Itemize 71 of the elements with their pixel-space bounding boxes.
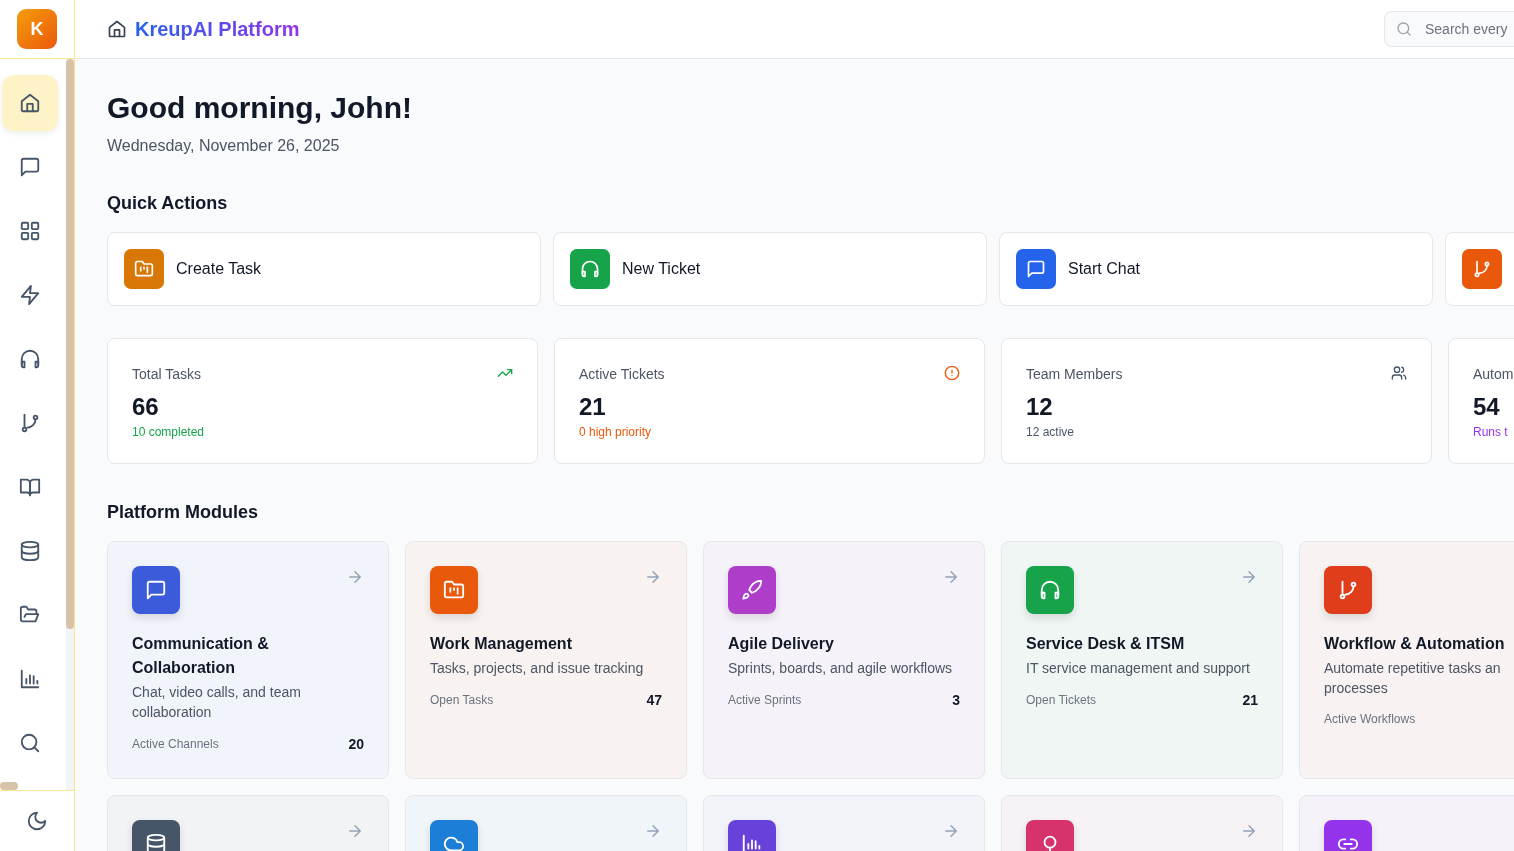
section-heading: Quick Actions bbox=[107, 193, 229, 214]
greeting-heading: Good morning, John! bbox=[107, 91, 413, 125]
date-text: Wednesday, November 26, 2025 bbox=[107, 137, 341, 155]
bar-chart-icon bbox=[19, 668, 41, 690]
lightning-icon bbox=[19, 284, 41, 306]
module-title: Workflow & Automation bbox=[1324, 634, 1506, 654]
stat-note: Runs t bbox=[1473, 425, 1508, 439]
branch-icon bbox=[1337, 579, 1359, 601]
home-icon bbox=[19, 92, 41, 114]
home-icon bbox=[107, 19, 127, 39]
module-description: Sprints, boards, and agile workflows bbox=[728, 659, 954, 678]
module-stat-value: 20 bbox=[348, 736, 364, 752]
module-stat-value: 21 bbox=[1242, 692, 1258, 708]
stat-value: 54 bbox=[1473, 393, 1500, 421]
headphones-icon bbox=[1039, 579, 1061, 601]
module-stat-label: Active Workflows bbox=[1324, 712, 1416, 726]
branch-icon bbox=[19, 412, 41, 434]
stat-label: Autom bbox=[1473, 366, 1514, 382]
module-card[interactable]: Agile Delivery Sprints, boards, and agile workflows Active Sprints 3 bbox=[703, 541, 985, 779]
module-card[interactable]: Work Management Tasks, projects, and issue tracking Open Tasks 47 bbox=[405, 541, 687, 779]
module-title: Service Desk & ITSM bbox=[1026, 634, 1186, 654]
module-stat-label: Active Sprints bbox=[728, 693, 802, 707]
module-stat-label: Open Tickets bbox=[1026, 693, 1097, 707]
bar-chart-icon bbox=[741, 833, 763, 851]
module-description: Automate repetitive tasks an processes bbox=[1324, 659, 1502, 698]
moon-icon bbox=[26, 810, 48, 832]
chat-icon bbox=[1026, 259, 1046, 279]
module-stat-label: Active Channels bbox=[132, 737, 219, 751]
stat-note: 10 completed bbox=[132, 425, 205, 439]
module-stat-value: 3 bbox=[952, 692, 960, 708]
scrollbar[interactable] bbox=[66, 59, 74, 790]
module-title: Work Management bbox=[430, 634, 573, 654]
module-title: Communication & Collaboration bbox=[132, 634, 270, 678]
stat-label: Active Tickets bbox=[579, 366, 665, 382]
search-icon bbox=[19, 732, 41, 754]
chat-icon bbox=[145, 579, 167, 601]
module-stat-value: 47 bbox=[646, 692, 662, 708]
database-icon bbox=[19, 540, 41, 562]
module-stat-label: Open Tasks bbox=[430, 693, 494, 707]
section-heading: Platform Modules bbox=[107, 502, 259, 523]
stat-value: 12 bbox=[1026, 393, 1053, 421]
module-description: IT service management and support bbox=[1026, 659, 1251, 678]
grid-icon bbox=[19, 220, 41, 242]
sidebar-item[interactable] bbox=[2, 75, 58, 131]
module-title: Agile Delivery bbox=[728, 634, 835, 654]
alert-icon bbox=[944, 365, 960, 381]
stat-value: 66 bbox=[132, 393, 159, 421]
folder-icon bbox=[134, 259, 154, 279]
stat-label: Team Members bbox=[1026, 366, 1123, 382]
stat-note: 12 active bbox=[1026, 425, 1075, 439]
module-description: Chat, video calls, and team collaboration bbox=[132, 683, 302, 722]
chat-icon bbox=[19, 156, 41, 178]
folder-icon bbox=[443, 579, 465, 601]
stat-label: Total Tasks bbox=[132, 366, 201, 382]
scrollbar-thumb[interactable] bbox=[0, 782, 18, 790]
headphones-icon bbox=[580, 259, 600, 279]
module-description: Tasks, projects, and issue tracking bbox=[430, 659, 645, 678]
module-card[interactable]: Service Desk & ITSM IT service management and support Open Tickets 21 bbox=[1001, 541, 1283, 779]
quick-action-card[interactable]: New Ticket bbox=[553, 232, 987, 306]
database-icon bbox=[145, 833, 167, 851]
stat-note: 0 high priority bbox=[579, 425, 652, 439]
module-card[interactable]: Communication & Collaboration Chat, video calls, and team collaboration Active Channels 20 bbox=[107, 541, 389, 779]
search-field[interactable]: Search every bbox=[1384, 11, 1514, 47]
stat-value: 21 bbox=[579, 393, 606, 421]
branch-icon bbox=[1472, 259, 1492, 279]
users-icon bbox=[1391, 365, 1407, 381]
module-card[interactable]: Workflow & Automation Automate repetitive tasks an processes Active Workflows bbox=[1299, 541, 1514, 779]
book-icon bbox=[19, 476, 41, 498]
quick-action-card[interactable]: Create Task bbox=[107, 232, 541, 306]
headphones-icon bbox=[19, 348, 41, 370]
quick-action-card[interactable]: Start Chat bbox=[999, 232, 1433, 306]
